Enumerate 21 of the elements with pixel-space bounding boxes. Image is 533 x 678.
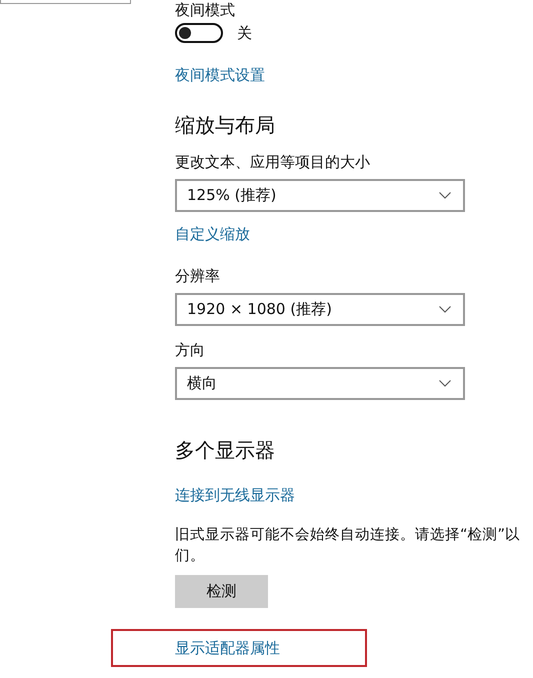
field-label: 更改文本、应用等项目的大小: [175, 152, 370, 172]
dropdown[interactable]: 横向: [175, 367, 465, 400]
notice-text: 们。: [175, 547, 205, 566]
dropdown[interactable]: 1920 × 1080 (推荐): [175, 293, 465, 326]
section-heading: 多个显示器: [175, 437, 275, 463]
section-heading: 缩放与布局: [175, 112, 275, 138]
toggle-state-text: 关: [237, 24, 252, 42]
toggle-switch[interactable]: [175, 23, 223, 43]
notice-text: 旧式显示器可能不会始终自动连接。请选择“检测”以: [175, 526, 520, 545]
dropdown[interactable]: 125% (推荐): [175, 179, 465, 212]
field-label: 分辨率: [175, 266, 220, 286]
setting-label: 夜间模式: [175, 1, 235, 19]
chevron-down-icon: [439, 192, 451, 199]
chevron-down-icon: [439, 306, 451, 313]
detect-button[interactable]: 检测: [175, 575, 268, 608]
settings-link[interactable]: 夜间模式设置: [175, 65, 265, 85]
chevron-down-icon: [439, 380, 451, 387]
settings-link[interactable]: 连接到无线显示器: [175, 485, 295, 505]
field-label: 方向: [175, 340, 205, 360]
settings-link[interactable]: 自定义缩放: [175, 224, 250, 244]
settings-link[interactable]: 显示适配器属性: [175, 638, 280, 658]
